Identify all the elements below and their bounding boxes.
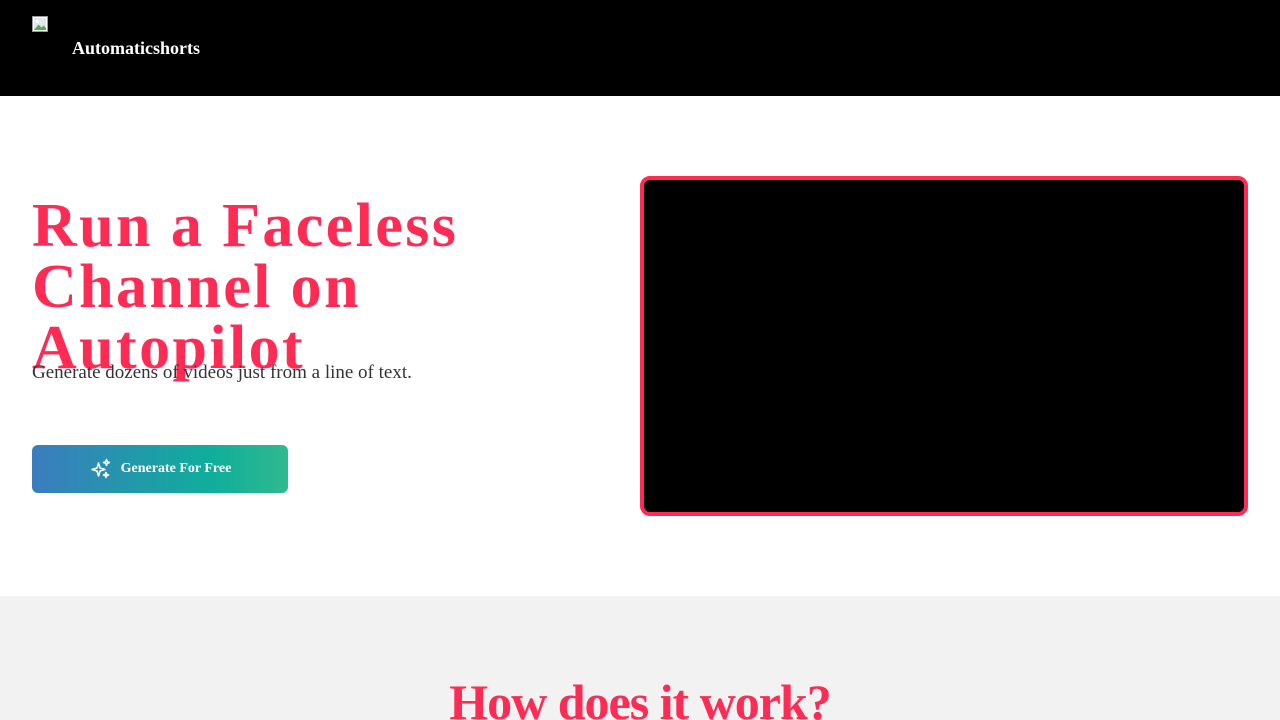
- demo-video-player[interactable]: [640, 176, 1248, 516]
- sparkles-icon: [89, 457, 113, 481]
- how-it-works-section: How does it work?: [0, 596, 1280, 720]
- generate-for-free-button[interactable]: Generate For Free: [32, 445, 288, 493]
- hero-subtitle: Generate dozens of videos just from a li…: [32, 362, 412, 383]
- brand-link[interactable]: Automaticshorts: [72, 36, 200, 60]
- hero-title: Run a Faceless Channel on Autopilot: [32, 192, 459, 382]
- hero-section: Run a Faceless Channel on Autopilot Gene…: [0, 96, 1280, 596]
- section-title: How does it work?: [449, 674, 832, 720]
- broken-image-icon[interactable]: [32, 16, 48, 32]
- cta-label: Generate For Free: [120, 461, 232, 476]
- top-navbar: Automaticshorts: [0, 0, 1280, 96]
